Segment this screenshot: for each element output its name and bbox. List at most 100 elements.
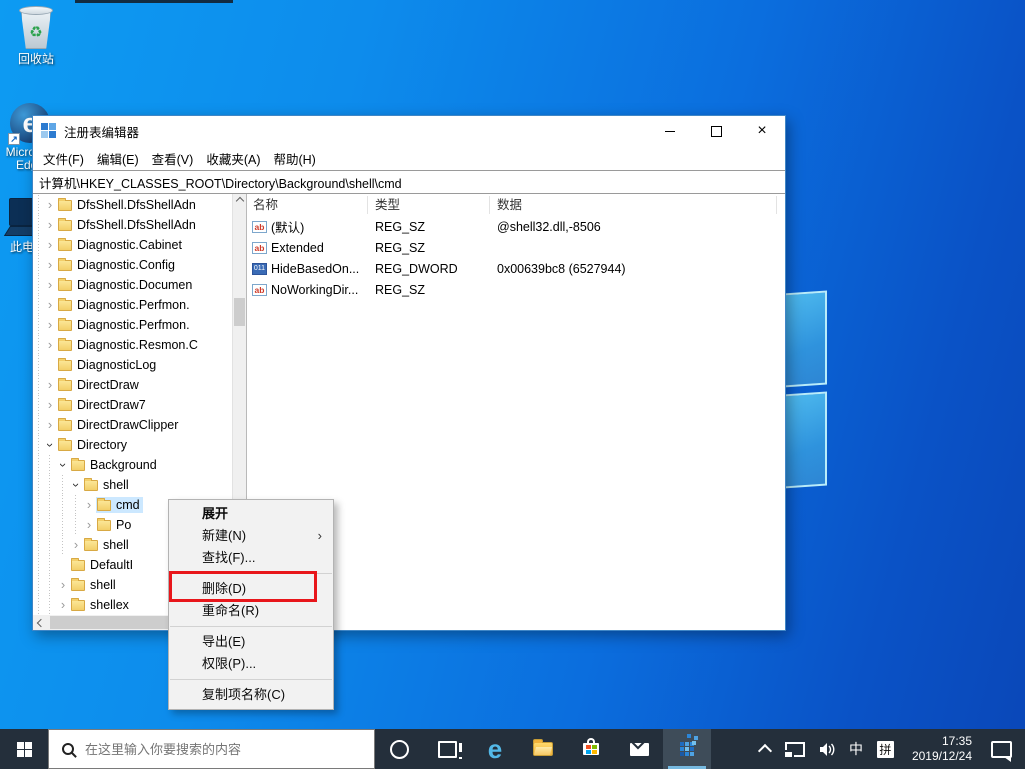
menubar-item[interactable]: 查看(V) — [152, 149, 194, 168]
context-menu-item-导出E[interactable]: 导出(E) — [169, 631, 333, 653]
context-menu-item-新建N[interactable]: 新建(N)› — [169, 525, 333, 547]
registry-value-row[interactable]: 011HideBasedOn...REG_DWORD0x00639bc8 (65… — [247, 258, 785, 279]
context-menu-item-权限P[interactable]: 权限(P)... — [169, 653, 333, 675]
tree-item-diagnostic-config[interactable]: ›Diagnostic.Config — [33, 255, 232, 275]
ime-pinyin-indicator[interactable]: 拼 — [877, 741, 894, 758]
column-header-2[interactable]: 类型 — [368, 196, 490, 214]
tree-guide — [33, 295, 43, 315]
search-icon — [62, 743, 74, 755]
tree-item-label: cmd — [116, 498, 140, 512]
tree-guide — [43, 495, 56, 515]
tree-item-background[interactable]: ›Background — [33, 455, 232, 475]
value-name: HideBasedOn... — [271, 262, 359, 276]
taskbar-edge-button[interactable]: e — [471, 729, 519, 769]
vertical-scroll-thumb[interactable] — [234, 298, 245, 326]
menubar-item[interactable]: 收藏夹(A) — [206, 149, 260, 168]
context-menu-item-展开[interactable]: 展开 — [169, 503, 333, 525]
desktop-icon-recycle-bin[interactable]: ♻ 回收站 — [8, 6, 64, 66]
scroll-up-icon[interactable] — [236, 197, 244, 205]
tree-item-label: shell — [103, 478, 129, 492]
expand-chevron-icon[interactable]: › — [56, 576, 70, 594]
collapse-chevron-icon[interactable]: › — [41, 438, 59, 452]
tree-item-directdraw[interactable]: ›DirectDraw — [33, 375, 232, 395]
scroll-left-icon[interactable] — [37, 619, 45, 627]
column-header-3[interactable]: 数据 — [490, 196, 777, 214]
minimize-button[interactable] — [647, 116, 693, 146]
menubar-item[interactable]: 编辑(E) — [97, 149, 139, 168]
taskbar-clock[interactable]: 17:35 2019/12/24 — [912, 734, 972, 764]
expand-chevron-icon[interactable]: › — [82, 516, 96, 534]
expand-chevron-icon[interactable]: › — [43, 236, 57, 254]
tree-guide — [43, 475, 56, 495]
folder-icon — [58, 320, 72, 331]
volume-icon[interactable] — [819, 742, 836, 757]
expand-chevron-icon[interactable]: › — [43, 276, 57, 294]
tree-item-diagnostic-perfmon-[interactable]: ›Diagnostic.Perfmon. — [33, 315, 232, 335]
expand-chevron-icon[interactable]: › — [82, 496, 96, 514]
taskbar-task-view-button[interactable] — [423, 729, 471, 769]
close-icon: × — [757, 123, 766, 139]
ime-language-indicator[interactable]: 中 — [849, 739, 863, 759]
expand-chevron-icon[interactable]: › — [43, 336, 57, 354]
tree-item-directory[interactable]: ›Directory — [33, 435, 232, 455]
expand-chevron-icon[interactable]: › — [43, 256, 57, 274]
close-button[interactable]: × — [739, 116, 785, 146]
folder-icon — [58, 360, 72, 371]
tree-item-dfsshell-dfsshelladn[interactable]: ›DfsShell.DfsShellAdn — [33, 215, 232, 235]
address-bar[interactable]: 计算机\HKEY_CLASSES_ROOT\Directory\Backgrou… — [33, 170, 785, 194]
registry-value-row[interactable]: abNoWorkingDir...REG_SZ — [247, 279, 785, 300]
tree-guide — [33, 495, 43, 515]
maximize-button[interactable] — [693, 116, 739, 146]
context-menu-item-查找F[interactable]: 查找(F)... — [169, 547, 333, 569]
windows-logo-icon — [17, 742, 32, 757]
action-center-icon[interactable] — [991, 741, 1012, 758]
expand-chevron-icon[interactable]: › — [43, 396, 57, 414]
tree-item-diagnostic-cabinet[interactable]: ›Diagnostic.Cabinet — [33, 235, 232, 255]
tray-expand-icon[interactable] — [758, 744, 772, 758]
column-header-1[interactable]: 名称 — [247, 196, 368, 214]
tree-guide — [33, 455, 43, 475]
desktop: ♻ 回收站 e ↗ Microsoft Edge 此电脑 注册表编辑器 — [0, 0, 1025, 769]
context-menu-item-重命名R[interactable]: 重命名(R) — [169, 600, 333, 622]
tree-guide — [33, 235, 43, 255]
title-bar[interactable]: 注册表编辑器 × — [33, 116, 785, 146]
registry-value-row[interactable]: ab(默认)REG_SZ@shell32.dll,-8506 — [247, 216, 785, 237]
taskbar-registry-editor-button[interactable] — [663, 729, 711, 769]
tree-item-diagnostic-resmon-c[interactable]: ›Diagnostic.Resmon.C — [33, 335, 232, 355]
tree-item-diagnostic-perfmon-[interactable]: ›Diagnostic.Perfmon. — [33, 295, 232, 315]
tree-item-dfsshell-dfsshelladn[interactable]: ›DfsShell.DfsShellAdn — [33, 195, 232, 215]
expand-chevron-icon[interactable]: › — [43, 216, 57, 234]
expand-chevron-icon[interactable]: › — [56, 596, 70, 614]
expand-chevron-icon[interactable]: › — [43, 196, 57, 214]
value-name: Extended — [271, 241, 324, 255]
network-icon[interactable] — [785, 742, 805, 757]
tree-item-diagnosticlog[interactable]: DiagnosticLog — [33, 355, 232, 375]
menubar-item[interactable]: 帮助(H) — [273, 149, 315, 168]
expand-chevron-icon[interactable]: › — [43, 376, 57, 394]
start-button[interactable] — [0, 729, 48, 769]
tree-item-diagnostic-documen[interactable]: ›Diagnostic.Documen — [33, 275, 232, 295]
tree-guide — [33, 255, 43, 275]
tree-item-directdrawclipper[interactable]: ›DirectDrawClipper — [33, 415, 232, 435]
expand-chevron-icon[interactable]: › — [43, 416, 57, 434]
tree-item-directdraw7[interactable]: ›DirectDraw7 — [33, 395, 232, 415]
expand-chevron-icon[interactable]: › — [69, 536, 83, 554]
context-menu: 展开新建(N)›查找(F)...删除(D)重命名(R)导出(E)权限(P)...… — [168, 499, 334, 710]
tree-item-shell[interactable]: › shell — [33, 475, 232, 495]
taskbar-cortana-button[interactable] — [375, 729, 423, 769]
taskbar-file-explorer-button[interactable] — [519, 729, 567, 769]
registry-value-row[interactable]: abExtendedREG_SZ — [247, 237, 785, 258]
menubar-item[interactable]: 文件(F) — [43, 149, 84, 168]
submenu-arrow-icon: › — [318, 525, 322, 547]
context-menu-item-复制项名称C[interactable]: 复制项名称(C) — [169, 684, 333, 706]
collapse-chevron-icon[interactable]: › — [54, 458, 72, 472]
taskbar-store-button[interactable] — [567, 729, 615, 769]
expand-chevron-icon[interactable]: › — [43, 316, 57, 334]
collapse-chevron-icon[interactable]: › — [67, 478, 85, 492]
taskbar-mail-button[interactable] — [615, 729, 663, 769]
tree-guide — [43, 535, 56, 555]
folder-icon — [84, 540, 98, 551]
search-input[interactable] — [83, 741, 337, 758]
expand-chevron-icon[interactable]: › — [43, 296, 57, 314]
taskbar-search-box[interactable] — [48, 729, 375, 769]
